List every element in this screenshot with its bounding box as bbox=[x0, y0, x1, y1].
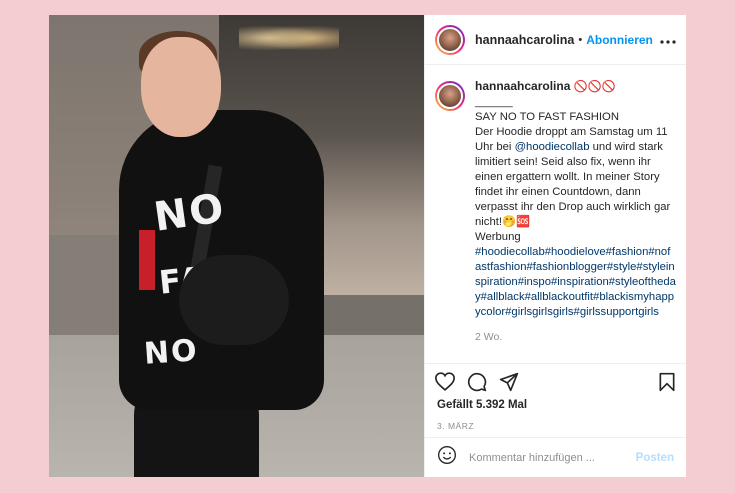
follow-button[interactable]: Abonnieren bbox=[586, 33, 653, 47]
caption-text-post: und wird stark limitiert sein! Seid also… bbox=[475, 141, 671, 228]
person-face bbox=[141, 37, 221, 137]
hoodie-tag bbox=[139, 230, 155, 290]
header-separator: • bbox=[578, 33, 583, 46]
caption-emoji: 🚫🚫🚫 bbox=[573, 81, 616, 93]
caption-time-ago: 2 Wo. bbox=[475, 331, 503, 343]
post-side-panel: hannaahcarolina • Abonnieren hannaahcaro… bbox=[424, 15, 686, 477]
post-comment-button[interactable]: Posten bbox=[636, 452, 674, 464]
caption-username[interactable]: hannaahcarolina bbox=[475, 79, 570, 93]
comment-bar: Posten bbox=[425, 437, 686, 477]
caption-area: hannaahcarolina 🚫🚫🚫 ______ SAY NO TO FAS… bbox=[425, 65, 686, 363]
hoodie-print-3: NO bbox=[142, 333, 200, 372]
more-horizontal-icon[interactable] bbox=[660, 31, 676, 49]
share-icon[interactable] bbox=[499, 372, 519, 392]
emoji-icon[interactable] bbox=[437, 445, 457, 470]
neon-lights bbox=[239, 23, 339, 53]
post-header: hannaahcarolina • Abonnieren bbox=[425, 15, 686, 65]
heart-icon[interactable] bbox=[435, 372, 455, 391]
instagram-post: NO FAS NO hannaahcarolina • Abonnieren h… bbox=[49, 15, 686, 477]
hashtag-links[interactable]: #hoodiecollab#hoodielove#fashion#nofastf… bbox=[475, 245, 676, 320]
post-photo[interactable]: NO FAS NO bbox=[49, 15, 424, 477]
caption-avatar[interactable] bbox=[435, 81, 465, 111]
hoodie-print-1: NO bbox=[151, 185, 229, 241]
caption-divider: ______ bbox=[475, 96, 513, 108]
shoulder-bag bbox=[179, 255, 289, 345]
caption: hannaahcarolina 🚫🚫🚫 ______ SAY NO TO FAS… bbox=[475, 79, 676, 363]
header-username[interactable]: hannaahcarolina bbox=[475, 33, 574, 47]
comment-icon[interactable] bbox=[467, 372, 487, 392]
mention-link[interactable]: @hoodiecollab bbox=[515, 141, 590, 153]
action-bar bbox=[425, 363, 686, 399]
avatar[interactable] bbox=[435, 24, 465, 55]
caption-headline: SAY NO TO FAST FASHION bbox=[475, 111, 619, 123]
caption-werbung: Werbung bbox=[475, 231, 521, 243]
comment-input[interactable] bbox=[469, 451, 619, 464]
post-date: 3. MÄRZ bbox=[437, 421, 475, 431]
bookmark-icon[interactable] bbox=[658, 372, 676, 392]
likes-count[interactable]: Gefällt 5.392 Mal bbox=[425, 399, 686, 415]
